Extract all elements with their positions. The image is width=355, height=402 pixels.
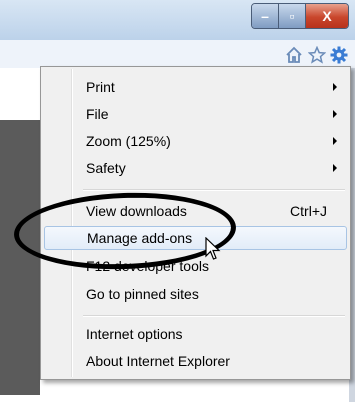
menu-item-print[interactable]: Print [44, 75, 347, 99]
menu-item-internet-options[interactable]: Internet options [44, 322, 347, 346]
menu-item-zoom[interactable]: Zoom (125%) [44, 129, 347, 153]
page-dark-panel [0, 120, 40, 395]
menu-item-about[interactable]: About Internet Explorer [44, 349, 347, 373]
window-title-bar: – ▫ X [0, 0, 355, 40]
menu-item-label: Zoom (125%) [86, 133, 171, 149]
menu-separator [83, 189, 345, 191]
submenu-arrow-icon [333, 110, 337, 118]
menu-separator [83, 315, 345, 317]
menu-item-label: Safety [86, 160, 126, 176]
submenu-arrow-icon [333, 83, 337, 91]
browser-toolbar [0, 40, 355, 69]
maximize-button[interactable]: ▫ [279, 4, 306, 28]
menu-item-label: Print [86, 79, 115, 95]
menu-item-pinned-sites[interactable]: Go to pinned sites [44, 282, 347, 306]
submenu-arrow-icon [333, 164, 337, 172]
menu-item-label: File [86, 106, 109, 122]
window-controls: – ▫ X [251, 3, 349, 29]
home-icon[interactable] [285, 46, 303, 64]
menu-item-label: About Internet Explorer [86, 353, 230, 369]
submenu-arrow-icon [333, 137, 337, 145]
star-icon[interactable] [308, 46, 326, 64]
menu-item-file[interactable]: File [44, 102, 347, 126]
gear-icon[interactable] [330, 46, 348, 64]
menu-item-label: Go to pinned sites [86, 286, 199, 302]
menu-item-label: Internet options [86, 326, 183, 342]
minimize-button[interactable]: – [252, 4, 279, 28]
close-button[interactable]: X [306, 4, 348, 28]
menu-item-shortcut: Ctrl+J [290, 203, 327, 219]
menu-item-safety[interactable]: Safety [44, 156, 347, 180]
mouse-pointer-icon [205, 237, 221, 260]
